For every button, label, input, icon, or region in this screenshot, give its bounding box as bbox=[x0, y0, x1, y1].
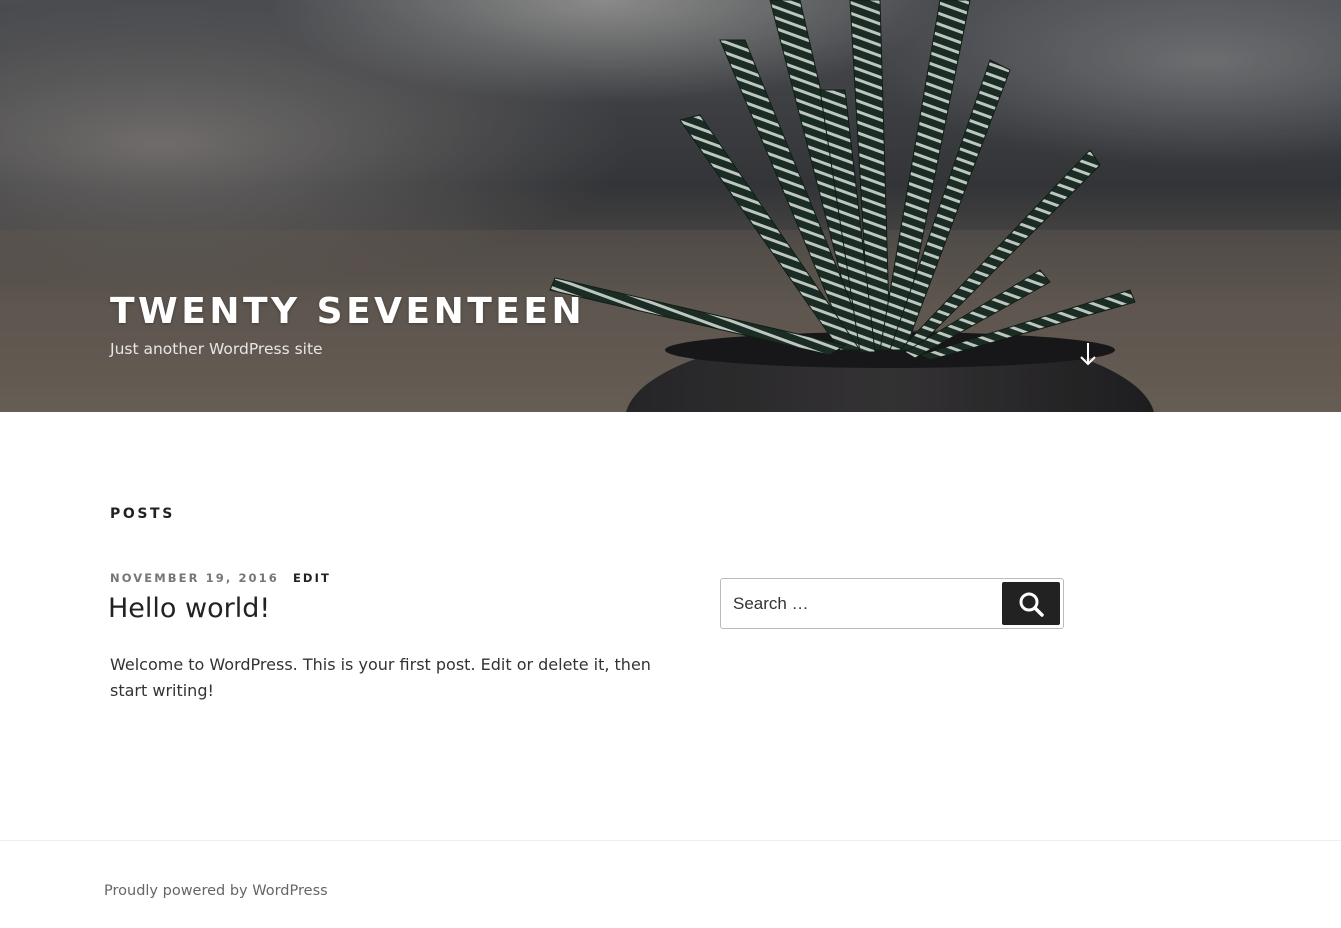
search-input[interactable] bbox=[721, 579, 1001, 628]
search-button[interactable] bbox=[1002, 582, 1060, 625]
edit-link[interactable]: Edit bbox=[293, 571, 331, 585]
arrow-down-icon bbox=[1080, 343, 1096, 366]
post-excerpt: Welcome to WordPress. This is your first… bbox=[110, 655, 651, 700]
entry-meta: November 19, 2016 Edit bbox=[110, 571, 331, 585]
footer-divider bbox=[0, 840, 1341, 841]
search-icon bbox=[1019, 592, 1044, 617]
search-form bbox=[720, 578, 1064, 629]
site-header: Twenty Seventeen Just another WordPress … bbox=[0, 0, 1341, 412]
post-date[interactable]: November 19, 2016 bbox=[110, 571, 279, 585]
page-title: Posts bbox=[110, 506, 175, 522]
footer-credit-link[interactable]: Proudly powered by WordPress bbox=[104, 883, 328, 899]
post-title[interactable]: Hello world! bbox=[108, 590, 270, 628]
scroll-down-button[interactable] bbox=[1076, 340, 1100, 368]
site-description: Just another WordPress site bbox=[110, 340, 323, 358]
site-branding: Twenty Seventeen Just another WordPress … bbox=[110, 290, 585, 360]
site-title[interactable]: Twenty Seventeen bbox=[110, 290, 585, 334]
